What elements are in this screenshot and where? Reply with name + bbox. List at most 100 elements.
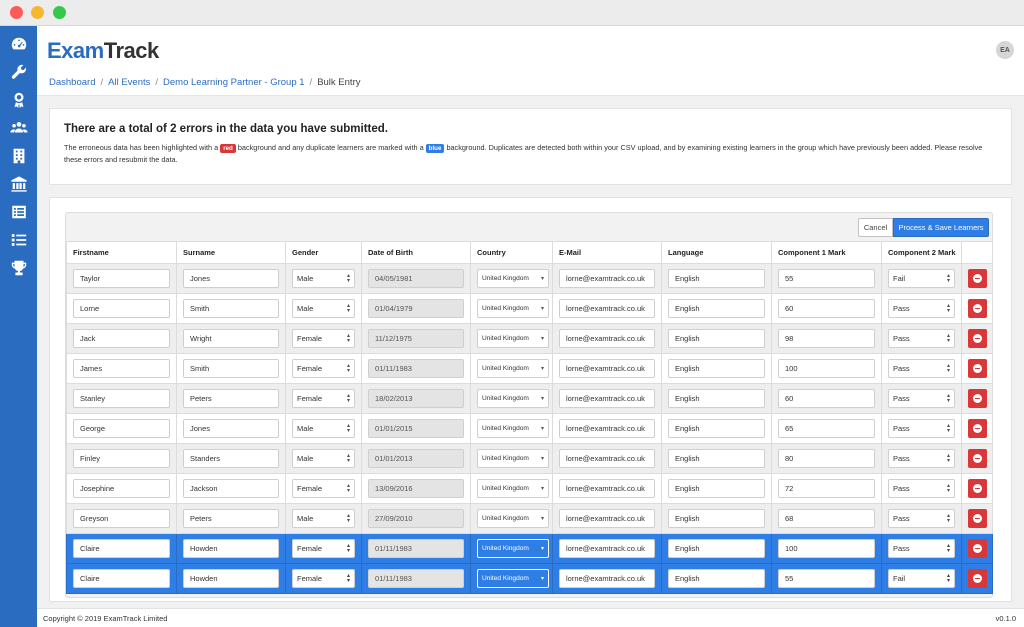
firstname-input[interactable]: Greyson <box>73 509 170 528</box>
dob-input[interactable]: 11/12/1975 <box>368 329 464 348</box>
dashboard-icon[interactable] <box>8 33 29 54</box>
component-2-mark-select[interactable]: Pass ▴ ▾ <box>888 539 955 558</box>
remove-row-button[interactable] <box>968 539 987 558</box>
component-2-mark-select[interactable]: Pass ▴ ▾ <box>888 359 955 378</box>
user-avatar[interactable]: EA <box>996 41 1014 59</box>
email-input[interactable]: lorne@examtrack.co.uk <box>559 359 655 378</box>
cancel-button[interactable]: Cancel <box>858 218 893 237</box>
language-input[interactable]: English <box>668 299 765 318</box>
firstname-input[interactable]: Finley <box>73 449 170 468</box>
surname-input[interactable]: Jones <box>183 269 279 288</box>
remove-row-button[interactable] <box>968 299 987 318</box>
surname-input[interactable]: Howden <box>183 569 279 588</box>
firstname-input[interactable]: Claire <box>73 569 170 588</box>
remove-row-button[interactable] <box>968 269 987 288</box>
users-icon[interactable] <box>8 117 29 138</box>
language-input[interactable]: English <box>668 419 765 438</box>
surname-input[interactable]: Wright <box>183 329 279 348</box>
gender-select[interactable]: Female ▴ ▾ <box>292 329 355 348</box>
email-input[interactable]: lorne@examtrack.co.uk <box>559 479 655 498</box>
minimize-window-button[interactable] <box>31 6 44 19</box>
language-input[interactable]: English <box>668 509 765 528</box>
language-input[interactable]: English <box>668 359 765 378</box>
language-input[interactable]: English <box>668 269 765 288</box>
component-2-mark-select[interactable]: Pass ▴ ▾ <box>888 479 955 498</box>
component-1-mark-input[interactable]: 72 <box>778 479 875 498</box>
gender-select[interactable]: Male ▴ ▾ <box>292 299 355 318</box>
country-select[interactable]: United Kingdom ▾ <box>477 419 549 438</box>
component-2-mark-select[interactable]: Pass ▴ ▾ <box>888 299 955 318</box>
country-select[interactable]: United Kingdom ▾ <box>477 449 549 468</box>
remove-row-button[interactable] <box>968 359 987 378</box>
component-1-mark-input[interactable]: 68 <box>778 509 875 528</box>
list-icon[interactable] <box>8 229 29 250</box>
component-1-mark-input[interactable]: 100 <box>778 539 875 558</box>
gender-select[interactable]: Male ▴ ▾ <box>292 419 355 438</box>
surname-input[interactable]: Smith <box>183 299 279 318</box>
component-2-mark-select[interactable]: Pass ▴ ▾ <box>888 329 955 348</box>
email-input[interactable]: lorne@examtrack.co.uk <box>559 539 655 558</box>
surname-input[interactable]: Peters <box>183 389 279 408</box>
component-2-mark-select[interactable]: Pass ▴ ▾ <box>888 389 955 408</box>
maximize-window-button[interactable] <box>53 6 66 19</box>
gender-select[interactable]: Female ▴ ▾ <box>292 569 355 588</box>
component-1-mark-input[interactable]: 60 <box>778 389 875 408</box>
email-input[interactable]: lorne@examtrack.co.uk <box>559 419 655 438</box>
surname-input[interactable]: Jackson <box>183 479 279 498</box>
component-1-mark-input[interactable]: 100 <box>778 359 875 378</box>
country-select[interactable]: United Kingdom ▾ <box>477 509 549 528</box>
firstname-input[interactable]: Claire <box>73 539 170 558</box>
language-input[interactable]: English <box>668 539 765 558</box>
dob-input[interactable]: 01/01/2013 <box>368 449 464 468</box>
email-input[interactable]: lorne@examtrack.co.uk <box>559 269 655 288</box>
component-2-mark-select[interactable]: Fail ▴ ▾ <box>888 269 955 288</box>
building-icon[interactable] <box>8 145 29 166</box>
remove-row-button[interactable] <box>968 569 987 588</box>
country-select[interactable]: United Kingdom ▾ <box>477 269 549 288</box>
component-1-mark-input[interactable]: 55 <box>778 569 875 588</box>
firstname-input[interactable]: Stanley <box>73 389 170 408</box>
surname-input[interactable]: Smith <box>183 359 279 378</box>
component-2-mark-select[interactable]: Pass ▴ ▾ <box>888 449 955 468</box>
award-icon[interactable] <box>8 89 29 110</box>
component-2-mark-select[interactable]: Fail ▴ ▾ <box>888 569 955 588</box>
remove-row-button[interactable] <box>968 329 987 348</box>
email-input[interactable]: lorne@examtrack.co.uk <box>559 449 655 468</box>
component-2-mark-select[interactable]: Pass ▴ ▾ <box>888 419 955 438</box>
breadcrumb-all-events[interactable]: All Events <box>108 77 150 88</box>
wrench-icon[interactable] <box>8 61 29 82</box>
close-window-button[interactable] <box>10 6 23 19</box>
remove-row-button[interactable] <box>968 449 987 468</box>
dob-input[interactable]: 01/11/1983 <box>368 359 464 378</box>
dob-input[interactable]: 01/11/1983 <box>368 569 464 588</box>
component-2-mark-select[interactable]: Pass ▴ ▾ <box>888 509 955 528</box>
gender-select[interactable]: Female ▴ ▾ <box>292 359 355 378</box>
dob-input[interactable]: 18/02/2013 <box>368 389 464 408</box>
gender-select[interactable]: Female ▴ ▾ <box>292 539 355 558</box>
email-input[interactable]: lorne@examtrack.co.uk <box>559 299 655 318</box>
country-select[interactable]: United Kingdom ▾ <box>477 329 549 348</box>
remove-row-button[interactable] <box>968 419 987 438</box>
language-input[interactable]: English <box>668 389 765 408</box>
country-select[interactable]: United Kingdom ▾ <box>477 539 549 558</box>
country-select[interactable]: United Kingdom ▾ <box>477 569 549 588</box>
country-select[interactable]: United Kingdom ▾ <box>477 299 549 318</box>
remove-row-button[interactable] <box>968 389 987 408</box>
trophy-icon[interactable] <box>8 257 29 278</box>
dob-input[interactable]: 01/04/1979 <box>368 299 464 318</box>
country-select[interactable]: United Kingdom ▾ <box>477 359 549 378</box>
email-input[interactable]: lorne@examtrack.co.uk <box>559 389 655 408</box>
surname-input[interactable]: Jones <box>183 419 279 438</box>
country-select[interactable]: United Kingdom ▾ <box>477 479 549 498</box>
component-1-mark-input[interactable]: 98 <box>778 329 875 348</box>
list-box-icon[interactable] <box>8 201 29 222</box>
gender-select[interactable]: Male ▴ ▾ <box>292 509 355 528</box>
firstname-input[interactable]: Lorne <box>73 299 170 318</box>
firstname-input[interactable]: Josephine <box>73 479 170 498</box>
language-input[interactable]: English <box>668 479 765 498</box>
remove-row-button[interactable] <box>968 479 987 498</box>
email-input[interactable]: lorne@examtrack.co.uk <box>559 329 655 348</box>
component-1-mark-input[interactable]: 65 <box>778 419 875 438</box>
language-input[interactable]: English <box>668 449 765 468</box>
firstname-input[interactable]: Jack <box>73 329 170 348</box>
